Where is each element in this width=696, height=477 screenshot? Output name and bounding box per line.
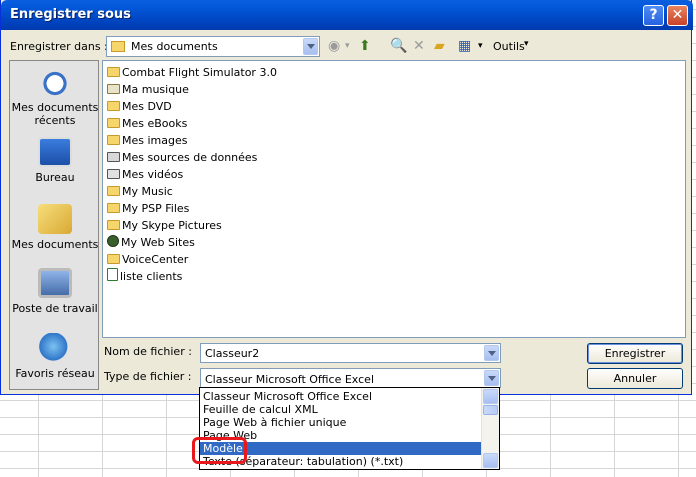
filetype-value: Classeur Microsoft Office Excel [205,373,374,386]
data-sources-icon [107,152,120,162]
scroll-down-icon[interactable] [483,453,498,468]
folder-icon [107,101,120,111]
filetype-select[interactable]: Classeur Microsoft Office Excel [200,368,501,388]
place-my-computer[interactable]: Poste de travail [10,268,100,315]
filename-label: Nom de fichier : [104,345,192,358]
chevron-down-icon[interactable] [303,38,318,55]
list-item[interactable]: Combat Flight Simulator 3.0 [107,64,277,81]
list-item[interactable]: VoiceCenter [107,251,188,268]
folder-icon [111,41,125,52]
title-bar[interactable]: Enregistrer sous ? ✕ [1,0,693,30]
folder-icon [107,186,120,196]
list-item[interactable]: Mes DVD [107,98,172,115]
folder-icon [107,254,120,264]
scroll-up-icon[interactable] [483,389,498,404]
place-label: Mes documents récents [11,101,99,127]
web-folder-icon [107,235,119,247]
chevron-down-icon[interactable] [484,370,499,386]
place-recent[interactable]: Mes documents récents [10,67,100,127]
chevron-down-icon[interactable] [484,345,499,361]
save-in-combo[interactable]: Mes documents [106,36,320,57]
list-item[interactable]: liste clients [107,268,182,285]
place-my-documents[interactable]: Mes documents [10,204,100,251]
dialog-title: Enregistrer sous [10,7,131,22]
my-documents-icon [38,204,72,234]
annotation-highlight [192,437,247,464]
my-computer-icon [38,268,72,298]
back-icon[interactable]: ◉ [328,37,340,55]
network-places-icon [38,333,72,363]
folder-icon [107,67,120,77]
folder-icon [107,118,120,128]
list-item[interactable]: Mes eBooks [107,115,187,132]
save-as-dialog: Enregistrer sous ? ✕ Enregistrer dans : … [0,0,693,395]
dropdown-option[interactable]: Classeur Microsoft Office Excel [203,390,372,403]
file-list[interactable]: Combat Flight Simulator 3.0 Ma musique M… [102,60,686,338]
views-dropdown-icon[interactable]: ▾ [478,37,483,55]
video-folder-icon [107,169,120,179]
place-network[interactable]: Favoris réseau [10,333,100,380]
views-icon[interactable]: ▦ [458,37,471,55]
excel-file-icon [107,268,118,281]
place-label: Mes documents [11,238,99,251]
tools-dropdown-icon[interactable]: ▾ [524,39,529,49]
new-folder-icon[interactable]: ▰ [434,37,445,55]
list-item[interactable]: Mes images [107,132,187,149]
list-item[interactable]: Ma musique [107,81,189,98]
scroll-thumb[interactable] [483,405,498,415]
folder-icon [107,220,120,230]
tools-menu[interactable]: Outils [493,40,525,53]
save-in-label: Enregistrer dans : [10,40,108,53]
help-button[interactable]: ? [643,5,664,26]
place-label: Favoris réseau [15,367,95,380]
list-item[interactable]: My Web Sites [107,234,195,251]
up-folder-icon[interactable]: ⬆ [359,37,371,55]
place-desktop[interactable]: Bureau [10,137,100,184]
place-label: Poste de travail [12,302,98,315]
folder-icon [107,203,120,213]
desktop-icon [38,137,72,167]
dropdown-option[interactable]: Page Web à fichier unique [203,416,346,429]
filetype-label: Type de fichier : [104,370,192,383]
recent-documents-icon [38,67,72,97]
list-item[interactable]: My PSP Files [107,200,189,217]
cancel-button[interactable]: Annuler [587,368,683,389]
save-button[interactable]: Enregistrer [587,343,683,364]
save-in-value: Mes documents [131,40,218,53]
filename-combo[interactable]: Classeur2 [200,343,501,363]
list-item[interactable]: My Music [107,183,173,200]
dropdown-option[interactable]: Feuille de calcul XML [203,403,318,416]
dropdown-scrollbar[interactable] [481,388,499,469]
filename-input[interactable]: Classeur2 [205,347,259,360]
folder-icon [107,135,120,145]
place-label: Bureau [35,171,75,184]
music-folder-icon [107,84,120,94]
places-bar: Mes documents récents Bureau Mes documen… [9,60,99,390]
list-item[interactable]: Mes vidéos [107,166,183,183]
close-button[interactable]: ✕ [667,5,688,26]
list-item[interactable]: My Skype Pictures [107,217,222,234]
list-item[interactable]: Mes sources de données [107,149,257,166]
search-web-icon[interactable]: 🔍 [390,37,407,55]
back-dropdown-icon[interactable]: ▾ [345,37,350,55]
delete-icon[interactable]: ✕ [413,37,425,55]
